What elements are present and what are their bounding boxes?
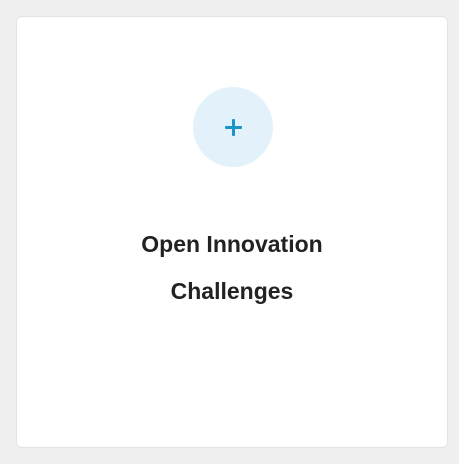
page: Open Innovation Challenges [0,0,459,464]
open-innovation-challenges-card[interactable]: Open Innovation Challenges [16,16,448,448]
plus-icon [224,118,242,136]
add-button-circle[interactable] [193,87,273,167]
card-title: Open Innovation Challenges [141,231,323,304]
